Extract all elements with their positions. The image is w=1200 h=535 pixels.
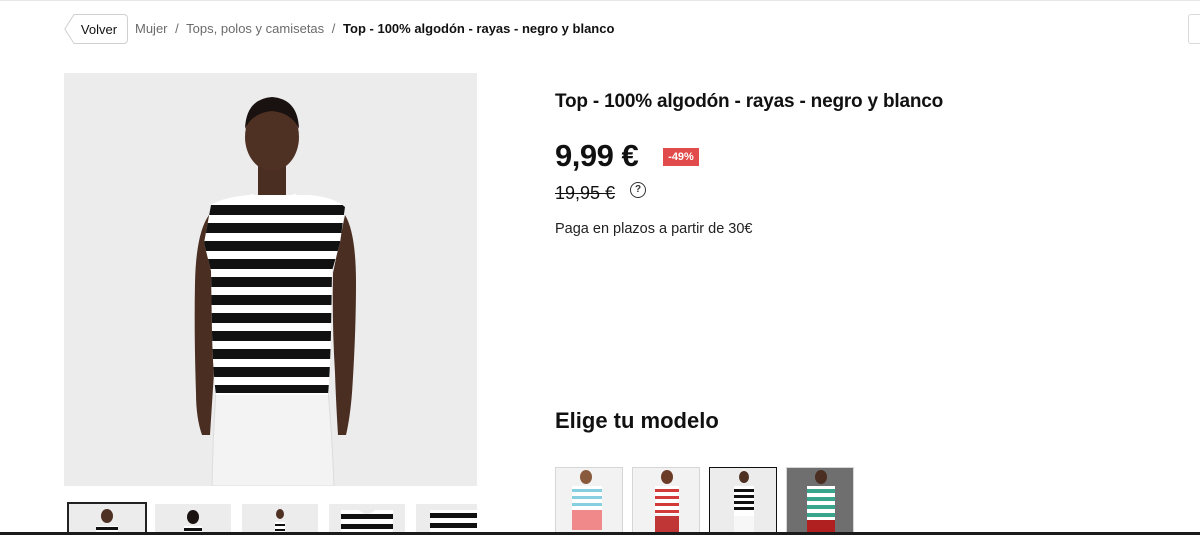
discount-badge: -49% xyxy=(663,148,699,166)
model-photo xyxy=(194,97,356,486)
thumbnail-detail-fabric[interactable] xyxy=(416,504,477,535)
model-option-image xyxy=(633,468,699,534)
product-main-image[interactable] xyxy=(64,73,477,486)
model-option-black[interactable] xyxy=(709,467,777,535)
model-option-image xyxy=(787,468,853,534)
installments-text: Paga en plazos a partir de 30€ xyxy=(555,221,753,237)
breadcrumb-link-tops[interactable]: Tops, polos y camisetas xyxy=(186,21,324,36)
top-divider xyxy=(0,0,1200,1)
current-price: 9,99 € xyxy=(555,138,639,173)
thumbnail-strip xyxy=(64,500,477,535)
thumbnail-image xyxy=(341,508,393,535)
breadcrumb-separator: / xyxy=(331,21,336,36)
thumbnail-detail-flat[interactable] xyxy=(329,504,405,535)
breadcrumb: Mujer / Tops, polos y camisetas / Top - … xyxy=(135,20,614,37)
original-price: 19,95 € xyxy=(555,183,616,203)
model-option-light-blue[interactable] xyxy=(555,467,623,535)
breadcrumb-separator: / xyxy=(175,21,179,36)
product-title: Top - 100% algodón - rayas - negro y bla… xyxy=(555,91,944,112)
model-option-image xyxy=(556,468,622,534)
side-panel-tab[interactable] xyxy=(1188,14,1200,44)
thumbnail-image xyxy=(275,509,285,535)
thumbnail-back[interactable] xyxy=(155,504,231,535)
model-option-image xyxy=(710,468,776,534)
back-button-label: Volver xyxy=(80,21,118,37)
choose-model-heading: Elige tu modelo xyxy=(555,408,719,433)
thumbnail-front[interactable] xyxy=(67,502,147,535)
model-option-red[interactable] xyxy=(632,467,700,535)
thumbnail-image xyxy=(430,510,477,535)
breadcrumb-current: Top - 100% algodón - rayas - negro y bla… xyxy=(343,21,615,36)
thumbnail-image xyxy=(96,509,118,535)
info-icon[interactable]: ? xyxy=(630,182,646,198)
thumbnail-image xyxy=(184,510,202,535)
back-button[interactable]: Volver xyxy=(64,14,128,44)
breadcrumb-link-mujer[interactable]: Mujer xyxy=(135,21,168,36)
thumbnail-full[interactable] xyxy=(242,504,318,535)
model-option-green[interactable] xyxy=(786,467,854,535)
